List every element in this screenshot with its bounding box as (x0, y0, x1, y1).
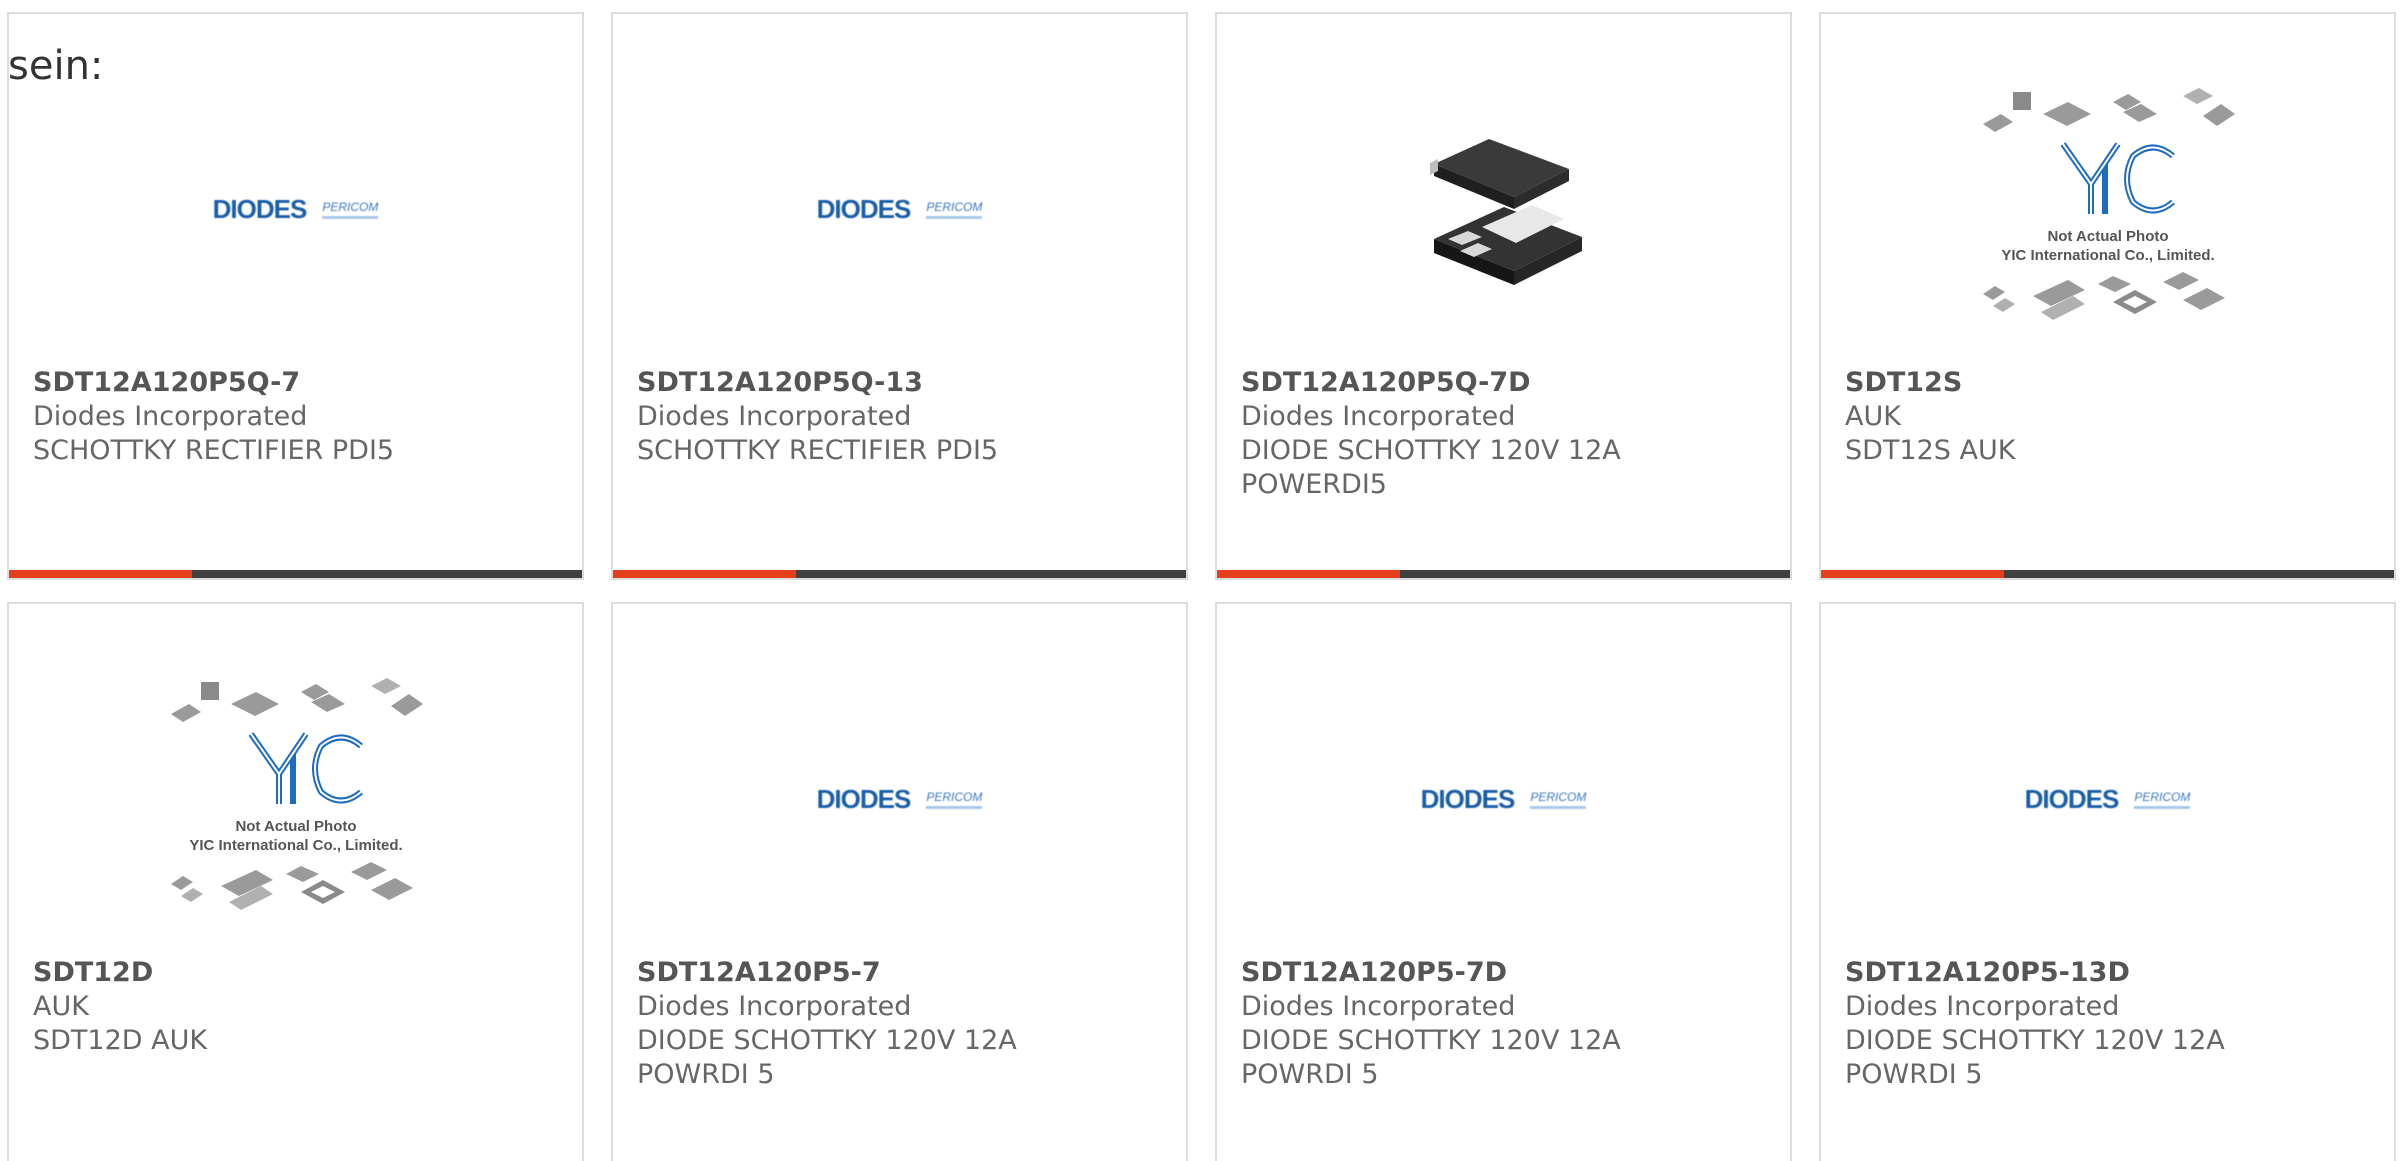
product-info: SDT12S AUK SDT12S AUK (1845, 366, 2382, 468)
product-card[interactable]: SDT12A120P5Q-7D Diodes Incorporated DIOD… (1215, 12, 1792, 580)
description: SDT12D AUK (33, 1025, 208, 1056)
product-card[interactable]: DIODES PERICOM SDT12A120P5Q-7 Diodes Inc… (7, 12, 584, 580)
manufacturer: Diodes Incorporated (1241, 401, 1516, 432)
part-number-link[interactable]: SDT12A120P5-7 (637, 956, 1174, 990)
intro-text: sein: (8, 43, 104, 89)
part-number-link[interactable]: SDT12S (1845, 366, 2382, 400)
manufacturer: Diodes Incorporated (33, 401, 308, 432)
description: SCHOTTKY RECTIFIER PDI5 (33, 435, 395, 466)
diodes-logo: DIODES PERICOM (816, 193, 983, 224)
diodes-logo: DIODES PERICOM (212, 193, 379, 224)
accent-bar (613, 570, 796, 578)
svg-text:YIC International Co., Limited: YIC International Co., Limited. (189, 837, 402, 854)
card-footer-bar (1217, 570, 1790, 578)
part-number-link[interactable]: SDT12A120P5Q-7 (33, 366, 570, 400)
product-image[interactable] (1217, 64, 1790, 354)
description: DIODE SCHOTTKY 120V 12A (1241, 435, 1621, 466)
product-card[interactable]: Not Actual Photo YIC International Co., … (1819, 12, 2396, 580)
description: DIODE SCHOTTKY 120V 12A (637, 1025, 1017, 1056)
product-image[interactable]: DIODES PERICOM (613, 64, 1186, 354)
product-image[interactable]: Not Actual Photo YIC International Co., … (1821, 64, 2394, 354)
manufacturer: AUK (33, 991, 89, 1022)
manufacturer: Diodes Incorporated (637, 991, 912, 1022)
product-image[interactable]: DIODES PERICOM (1821, 654, 2394, 944)
description: SDT12S AUK (1845, 435, 2016, 466)
yic-placeholder-image: Not Actual Photo YIC International Co., … (1982, 88, 2235, 320)
product-image[interactable]: DIODES PERICOM (9, 64, 582, 354)
product-info: SDT12A120P5-13D Diodes Incorporated DIOD… (1845, 956, 2382, 1092)
manufacturer: AUK (1845, 401, 1901, 432)
description-cont: POWRDI 5 (1845, 1059, 1983, 1090)
product-image[interactable]: DIODES PERICOM (1217, 654, 1790, 944)
description: DIODE SCHOTTKY 120V 12A (1845, 1025, 2225, 1056)
product-info: SDT12A120P5Q-7D Diodes Incorporated DIOD… (1241, 366, 1778, 502)
card-footer-bar (9, 570, 582, 578)
product-info: SDT12D AUK SDT12D AUK (33, 956, 570, 1058)
manufacturer: Diodes Incorporated (1241, 991, 1516, 1022)
description-cont: POWRDI 5 (637, 1059, 775, 1090)
accent-bar (1821, 570, 2004, 578)
product-info: SDT12A120P5-7 Diodes Incorporated DIODE … (637, 956, 1174, 1092)
svg-text:Not Actual Photo: Not Actual Photo (235, 818, 356, 835)
description: DIODE SCHOTTKY 120V 12A (1241, 1025, 1621, 1056)
card-footer-bar (1821, 570, 2394, 578)
diodes-logo: DIODES PERICOM (816, 783, 983, 814)
svg-text:Not Actual Photo: Not Actual Photo (2047, 228, 2168, 245)
svg-text:YIC International Co., Limited: YIC International Co., Limited. (2001, 247, 2214, 264)
product-grid-page: sein: DIODES PERICOM SDT12A120P5Q-7 Diod… (0, 0, 2400, 1161)
part-number-link[interactable]: SDT12A120P5-7D (1241, 956, 1778, 990)
product-image[interactable]: Not Actual Photo YIC International Co., … (9, 654, 582, 944)
card-footer-bar (613, 570, 1186, 578)
product-card[interactable]: DIODES PERICOM SDT12A120P5Q-13 Diodes In… (611, 12, 1188, 580)
part-number-link[interactable]: SDT12A120P5Q-7D (1241, 366, 1778, 400)
diodes-logo: DIODES PERICOM (2024, 783, 2191, 814)
part-number-link[interactable]: SDT12A120P5-13D (1845, 956, 2382, 990)
product-info: SDT12A120P5Q-13 Diodes Incorporated SCHO… (637, 366, 1174, 468)
diodes-logo: DIODES PERICOM (1420, 783, 1587, 814)
accent-bar (1217, 570, 1400, 578)
product-info: SDT12A120P5Q-7 Diodes Incorporated SCHOT… (33, 366, 570, 468)
part-number-link[interactable]: SDT12D (33, 956, 570, 990)
manufacturer: Diodes Incorporated (1845, 991, 2120, 1022)
product-image[interactable]: DIODES PERICOM (613, 654, 1186, 944)
description-cont: POWERDI5 (1241, 469, 1387, 500)
description-cont: POWRDI 5 (1241, 1059, 1379, 1090)
part-number-link[interactable]: SDT12A120P5Q-13 (637, 366, 1174, 400)
description: SCHOTTKY RECTIFIER PDI5 (637, 435, 999, 466)
yic-placeholder-image: Not Actual Photo YIC International Co., … (170, 678, 423, 910)
accent-bar (9, 570, 192, 578)
product-card[interactable]: Not Actual Photo YIC International Co., … (7, 602, 584, 1161)
product-card[interactable]: DIODES PERICOM SDT12A120P5-13D Diodes In… (1819, 602, 2396, 1161)
package-photo (1429, 139, 1582, 285)
manufacturer: Diodes Incorporated (637, 401, 912, 432)
product-card[interactable]: DIODES PERICOM SDT12A120P5-7D Diodes Inc… (1215, 602, 1792, 1161)
product-card[interactable]: DIODES PERICOM SDT12A120P5-7 Diodes Inco… (611, 602, 1188, 1161)
product-info: SDT12A120P5-7D Diodes Incorporated DIODE… (1241, 956, 1778, 1092)
